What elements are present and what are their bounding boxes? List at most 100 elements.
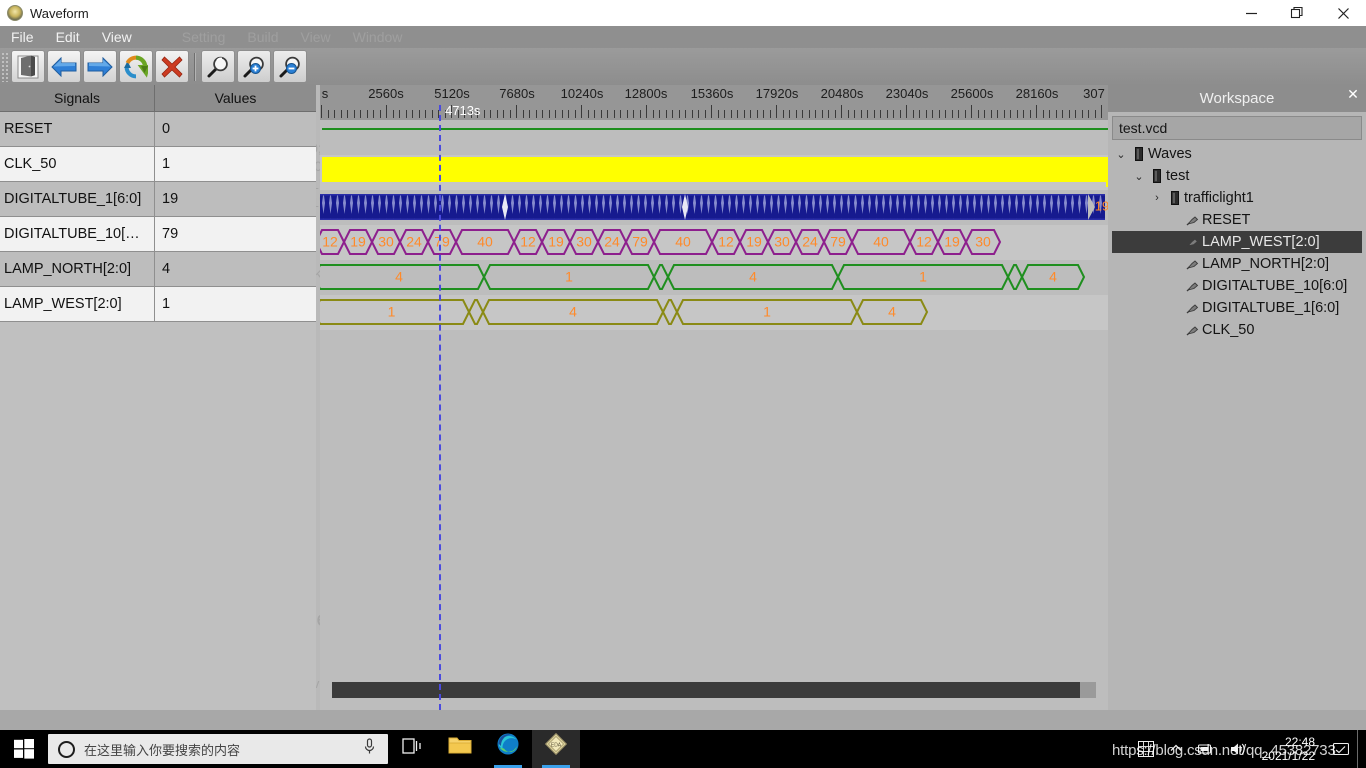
- watermark-url: https://blog.csdn.net/qq_45382733: [1112, 742, 1336, 759]
- ruler-minor-tick: [1030, 110, 1031, 118]
- column-header-signals[interactable]: Signals: [0, 85, 155, 112]
- signal-icon: [1184, 236, 1202, 248]
- signal-name: LAMP_NORTH[2:0]: [0, 252, 155, 286]
- toolbar-group-primary: [10, 50, 190, 83]
- ruler-minor-tick: [399, 110, 400, 118]
- ruler-minor-tick: [984, 110, 985, 118]
- microphone-icon[interactable]: [363, 738, 376, 760]
- time-cursor[interactable]: [439, 105, 441, 710]
- bus-value-label: 79: [434, 234, 450, 250]
- waveform-app-button[interactable]: EDA: [532, 730, 580, 768]
- refresh-icon: [124, 55, 148, 78]
- ruler-minor-tick: [659, 110, 660, 118]
- ruler-minor-tick: [497, 110, 498, 118]
- ruler-minor-tick: [731, 110, 732, 118]
- bus-value-label: 19: [548, 234, 564, 250]
- search-input[interactable]: 在这里输入你要搜索的内容: [84, 740, 363, 759]
- signal-value: 19: [162, 191, 179, 207]
- task-view-button[interactable]: [388, 730, 436, 768]
- ruler-minor-tick: [802, 110, 803, 118]
- ruler-minor-tick: [341, 110, 342, 118]
- ruler-minor-tick: [724, 110, 725, 118]
- signal-row-lamp-west[interactable]: LAMP_WEST[2:0] 1: [0, 287, 316, 322]
- tree-node-digitaltube-1-6-0[interactable]: DIGITALTUBE_1[6:0]: [1112, 297, 1362, 319]
- close-button[interactable]: [1320, 0, 1366, 26]
- title-bar[interactable]: Waveform: [0, 0, 1366, 26]
- bus-segment: [652, 264, 670, 290]
- signal-row-digitaltube-1[interactable]: DIGITALTUBE_1[6:0] 19: [0, 182, 316, 217]
- waveform-app-icon: EDA: [544, 732, 568, 760]
- file-explorer-button[interactable]: [436, 730, 484, 768]
- bus-segment: [1006, 264, 1024, 290]
- tree-node-clk-50[interactable]: CLK_50: [1112, 319, 1362, 341]
- ruler-minor-tick: [1069, 110, 1070, 118]
- toolbar: [0, 48, 1366, 85]
- ruler-minor-tick: [887, 110, 888, 118]
- menu-edit[interactable]: Edit: [45, 26, 91, 48]
- ruler-minor-tick: [1062, 110, 1063, 118]
- ruler-minor-tick: [607, 110, 608, 118]
- chevron-down-icon[interactable]: ⌄: [1130, 170, 1148, 183]
- ruler-minor-tick: [763, 110, 764, 118]
- tree-node-trafficlight1[interactable]: › trafficlight1: [1112, 187, 1362, 209]
- tree-node-digitaltube-10-6-0[interactable]: DIGITALTUBE_10[6:0]: [1112, 275, 1362, 297]
- chevron-right-icon[interactable]: ›: [1148, 192, 1166, 204]
- bus-value-label: 30: [378, 234, 394, 250]
- show-desktop-button[interactable]: [1357, 730, 1362, 768]
- tree-node-label: DIGITALTUBE_10[6:0]: [1202, 278, 1348, 294]
- waveform-horizontal-scrollbar[interactable]: [332, 682, 1096, 698]
- ruler-minor-tick: [789, 110, 790, 118]
- bus-value-label: 4: [569, 304, 577, 320]
- chevron-down-icon[interactable]: ⌄: [1112, 148, 1130, 161]
- ruler-major-tick: [386, 105, 387, 118]
- signal-icon: [1184, 258, 1202, 270]
- ruler-minor-tick: [926, 110, 927, 118]
- column-header-values[interactable]: Values: [155, 85, 316, 112]
- bus-value-label: 24: [802, 234, 818, 250]
- ruler-minor-tick: [705, 110, 706, 118]
- workspace-close-icon[interactable]: ✕: [1345, 87, 1361, 103]
- microsoft-edge-button[interactable]: [484, 730, 532, 768]
- ruler-minor-tick: [1017, 110, 1018, 118]
- ghost-menu-build: Build: [247, 29, 279, 45]
- ruler-minor-tick: [718, 110, 719, 118]
- ruler-tick-label: 25600s: [950, 86, 994, 101]
- scrollbar-thumb[interactable]: [332, 682, 1080, 698]
- forward-button[interactable]: [83, 50, 117, 83]
- start-button[interactable]: [0, 730, 48, 768]
- zoom-out-button[interactable]: [273, 50, 307, 83]
- ghost-menu-window: Window: [352, 29, 403, 45]
- ruler-minor-tick: [393, 110, 394, 118]
- refresh-button[interactable]: [119, 50, 153, 83]
- toolbar-grip[interactable]: [1, 51, 8, 82]
- ruler-tick-label: 20480s: [820, 86, 864, 101]
- close-waveform-button[interactable]: [155, 50, 189, 83]
- waveform-panel[interactable]: s 2560s 5120s 7680s 10240s 12800s 15360s 17920s…: [320, 85, 1108, 710]
- workspace-file-name[interactable]: test.vcd: [1112, 116, 1362, 140]
- open-file-button[interactable]: [11, 50, 45, 83]
- minimize-button[interactable]: [1228, 0, 1274, 26]
- menu-file[interactable]: File: [0, 26, 45, 48]
- zoom-fit-button[interactable]: [201, 50, 235, 83]
- tree-node-lamp-west-2-0[interactable]: LAMP_WEST[2:0]: [1112, 231, 1362, 253]
- tree-node-test[interactable]: ⌄ test: [1112, 165, 1362, 187]
- back-button[interactable]: [47, 50, 81, 83]
- ruler-major-tick: [776, 105, 777, 118]
- maximize-button[interactable]: [1274, 0, 1320, 26]
- signal-row-lamp-north[interactable]: LAMP_NORTH[2:0] 4: [0, 252, 316, 287]
- tree-node-lamp-north-2-0[interactable]: LAMP_NORTH[2:0]: [1112, 253, 1362, 275]
- tree-node-reset[interactable]: RESET: [1112, 209, 1362, 231]
- signal-row-digitaltube-10[interactable]: DIGITALTUBE_10[… 79: [0, 217, 316, 252]
- magnifier-minus-icon: [279, 56, 300, 77]
- signal-row-clk50[interactable]: CLK_50 1: [0, 147, 316, 182]
- menu-view[interactable]: View: [91, 26, 143, 48]
- bus-value-label: 19: [944, 234, 960, 250]
- ruler-minor-tick: [1075, 110, 1076, 118]
- ruler-minor-tick: [484, 110, 485, 118]
- taskbar-search-box[interactable]: 在这里输入你要搜索的内容: [48, 734, 388, 764]
- signal-value: 0: [162, 121, 171, 137]
- ruler-minor-tick: [757, 110, 758, 118]
- zoom-in-button[interactable]: [237, 50, 271, 83]
- tree-node-waves[interactable]: ⌄ Waves: [1112, 143, 1362, 165]
- signal-row-reset[interactable]: RESET 0: [0, 112, 316, 147]
